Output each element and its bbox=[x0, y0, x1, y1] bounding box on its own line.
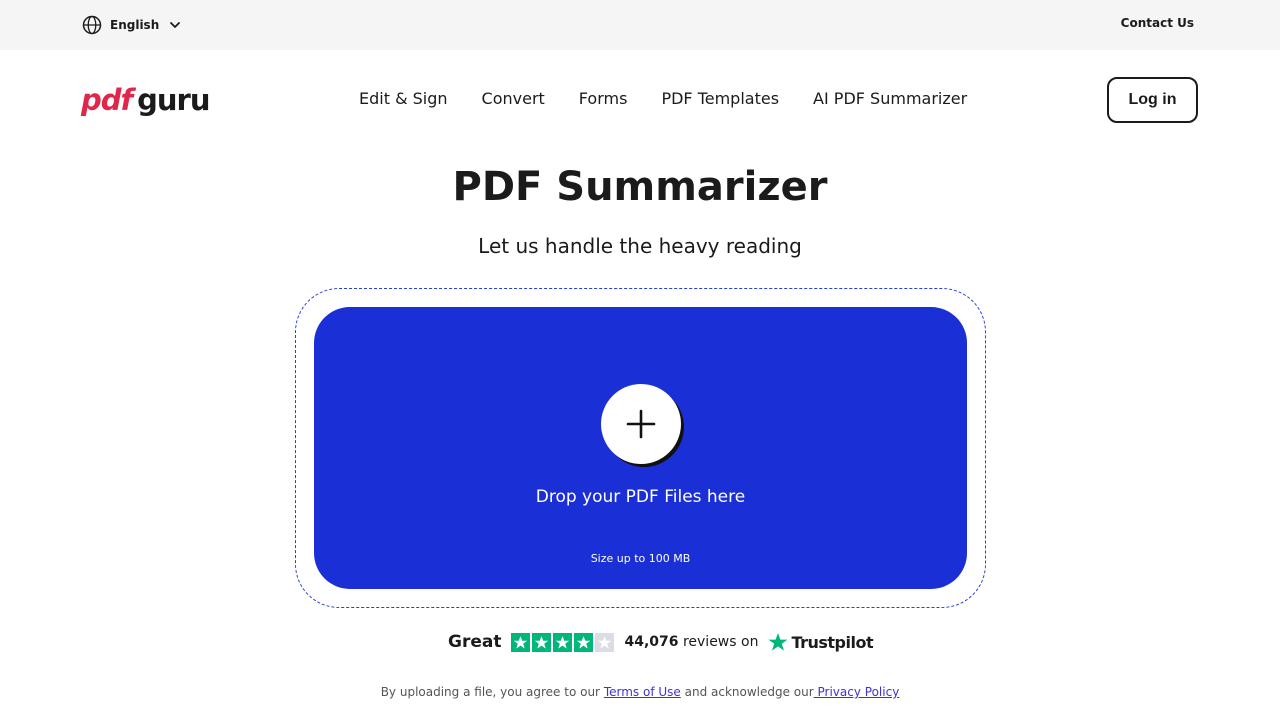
legal-prefix: By uploading a file, you agree to our bbox=[380, 685, 600, 699]
trustpilot-rating[interactable]: Great 44,076 reviews on Trustpilot bbox=[448, 630, 874, 654]
main-nav: Edit & Sign Convert Forms PDF Templates … bbox=[359, 86, 967, 112]
rating-star-filled bbox=[574, 632, 594, 652]
dropzone-size-limit: Size up to 100 MB bbox=[590, 552, 691, 565]
review-count-number: 44,076 bbox=[624, 634, 679, 650]
review-count-suffix: reviews on bbox=[682, 634, 759, 650]
trustpilot-label: Trustpilot bbox=[791, 632, 874, 652]
upload-plus-button[interactable] bbox=[601, 384, 681, 464]
contact-us-link[interactable]: Contact Us bbox=[1121, 16, 1194, 30]
rating-star-filled bbox=[511, 632, 531, 652]
chevron-down-icon bbox=[170, 22, 181, 28]
star-icon bbox=[514, 635, 528, 649]
rating-stars bbox=[511, 632, 615, 652]
logo-pdf-text: pdf bbox=[81, 83, 133, 117]
nav-pdf-templates[interactable]: PDF Templates bbox=[661, 86, 779, 112]
file-dropzone[interactable]: Drop your PDF Files here Size up to 100 … bbox=[314, 307, 967, 589]
privacy-policy-link[interactable]: Privacy Policy bbox=[814, 685, 900, 699]
rating-star-empty bbox=[595, 632, 615, 652]
rating-star-filled bbox=[553, 632, 573, 652]
globe-icon bbox=[82, 15, 102, 35]
star-icon bbox=[556, 635, 570, 649]
language-selector[interactable]: English bbox=[82, 14, 181, 36]
star-icon bbox=[598, 635, 612, 649]
top-utility-bar: English Contact Us bbox=[0, 0, 1280, 50]
login-button[interactable]: Log in bbox=[1107, 77, 1198, 123]
review-count: 44,076 reviews on bbox=[624, 634, 758, 650]
rating-label: Great bbox=[448, 632, 502, 652]
star-icon bbox=[535, 635, 549, 649]
plus-icon bbox=[626, 409, 656, 439]
legal-middle: and acknowledge our bbox=[684, 685, 814, 699]
nav-edit-sign[interactable]: Edit & Sign bbox=[359, 86, 448, 112]
page-subtitle: Let us handle the heavy reading bbox=[478, 234, 802, 258]
rating-star-filled bbox=[532, 632, 552, 652]
star-icon bbox=[577, 635, 591, 649]
nav-convert[interactable]: Convert bbox=[482, 86, 545, 112]
legal-notice: By uploading a file, you agree to our Te… bbox=[0, 683, 1280, 701]
pdfguru-logo[interactable]: pdf guru bbox=[81, 80, 211, 120]
nav-forms[interactable]: Forms bbox=[579, 86, 628, 112]
trustpilot-brand: Trustpilot bbox=[768, 632, 874, 652]
terms-of-use-link[interactable]: Terms of Use bbox=[604, 685, 681, 699]
trustpilot-star-icon bbox=[768, 633, 788, 651]
language-label: English bbox=[110, 18, 160, 32]
nav-ai-pdf-summarizer[interactable]: AI PDF Summarizer bbox=[813, 86, 967, 112]
page-title: PDF Summarizer bbox=[452, 164, 828, 210]
logo-guru-text: guru bbox=[137, 83, 210, 117]
dropzone-label: Drop your PDF Files here bbox=[535, 487, 746, 507]
